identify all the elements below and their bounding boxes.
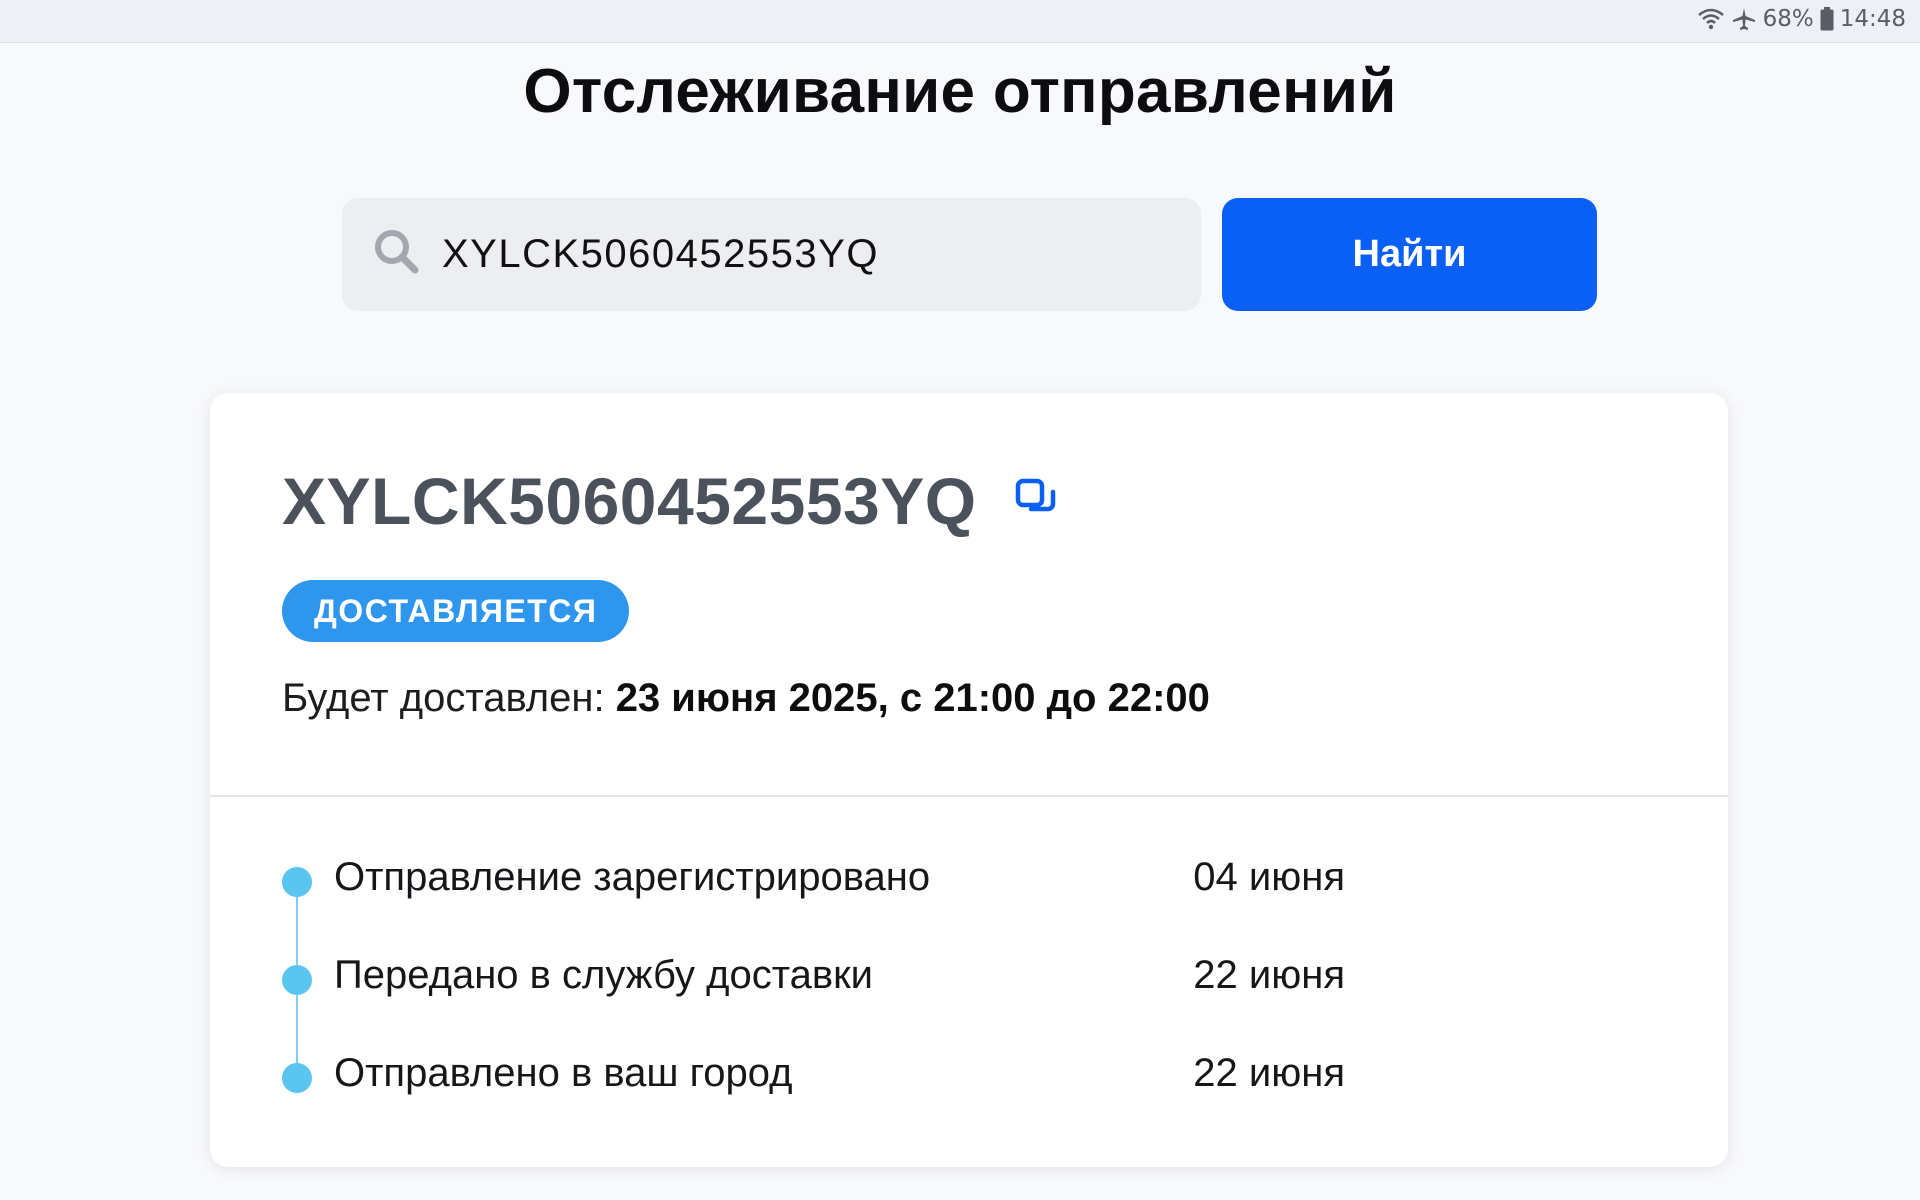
- delivery-estimate: Будет доставлен: 23 июня 2025, с 21:00 д…: [282, 676, 1210, 721]
- timeline-dot: [282, 965, 312, 995]
- tracking-header: XYLCK5060452553YQ: [282, 463, 1057, 539]
- system-status-bar: 68% 14:48: [0, 0, 1920, 43]
- timeline-dot: [282, 1063, 312, 1093]
- timeline-dot: [282, 867, 312, 897]
- event-label: Отправлено в ваш город: [334, 1051, 793, 1095]
- battery-percent: 68%: [1762, 6, 1814, 32]
- status-badge: ДОСТАВЛЯЕТСЯ: [282, 580, 630, 642]
- search-button[interactable]: Найти: [1222, 198, 1597, 311]
- search-input[interactable]: [440, 231, 1164, 278]
- delivery-value: 23 июня 2025, с 21:00 до 22:00: [615, 676, 1210, 720]
- timeline-event: Передано в службу доставки 22 июня: [282, 951, 1582, 1049]
- event-date: 22 июня: [1193, 1051, 1345, 1095]
- event-label: Передано в службу доставки: [334, 953, 873, 997]
- copy-icon[interactable]: [977, 478, 1057, 525]
- tracking-timeline: Отправление зарегистрировано 04 июня Пер…: [282, 853, 1582, 1147]
- shipment-card: XYLCK5060452553YQ ДОСТАВЛЯЕТСЯ Будет дос…: [210, 393, 1728, 1167]
- event-date: 04 июня: [1193, 855, 1345, 899]
- wifi-icon: [1697, 7, 1725, 31]
- timeline-event: Отправление зарегистрировано 04 июня: [282, 853, 1582, 951]
- event-date: 22 июня: [1193, 953, 1345, 997]
- airplane-icon: [1731, 6, 1757, 32]
- search-icon: [372, 227, 440, 282]
- battery-icon: [1820, 7, 1834, 31]
- page-title: Отслеживание отправлений: [523, 57, 1397, 126]
- tracking-number: XYLCK5060452553YQ: [282, 464, 977, 538]
- status-icons: 68% 14:48: [1697, 6, 1906, 32]
- delivery-label: Будет доставлен:: [282, 676, 605, 720]
- clock: 14:48: [1839, 6, 1906, 32]
- timeline-event: Отправлено в ваш город 22 июня: [282, 1049, 1582, 1147]
- divider: [210, 795, 1728, 797]
- search-box[interactable]: [342, 198, 1201, 311]
- event-label: Отправление зарегистрировано: [334, 855, 931, 899]
